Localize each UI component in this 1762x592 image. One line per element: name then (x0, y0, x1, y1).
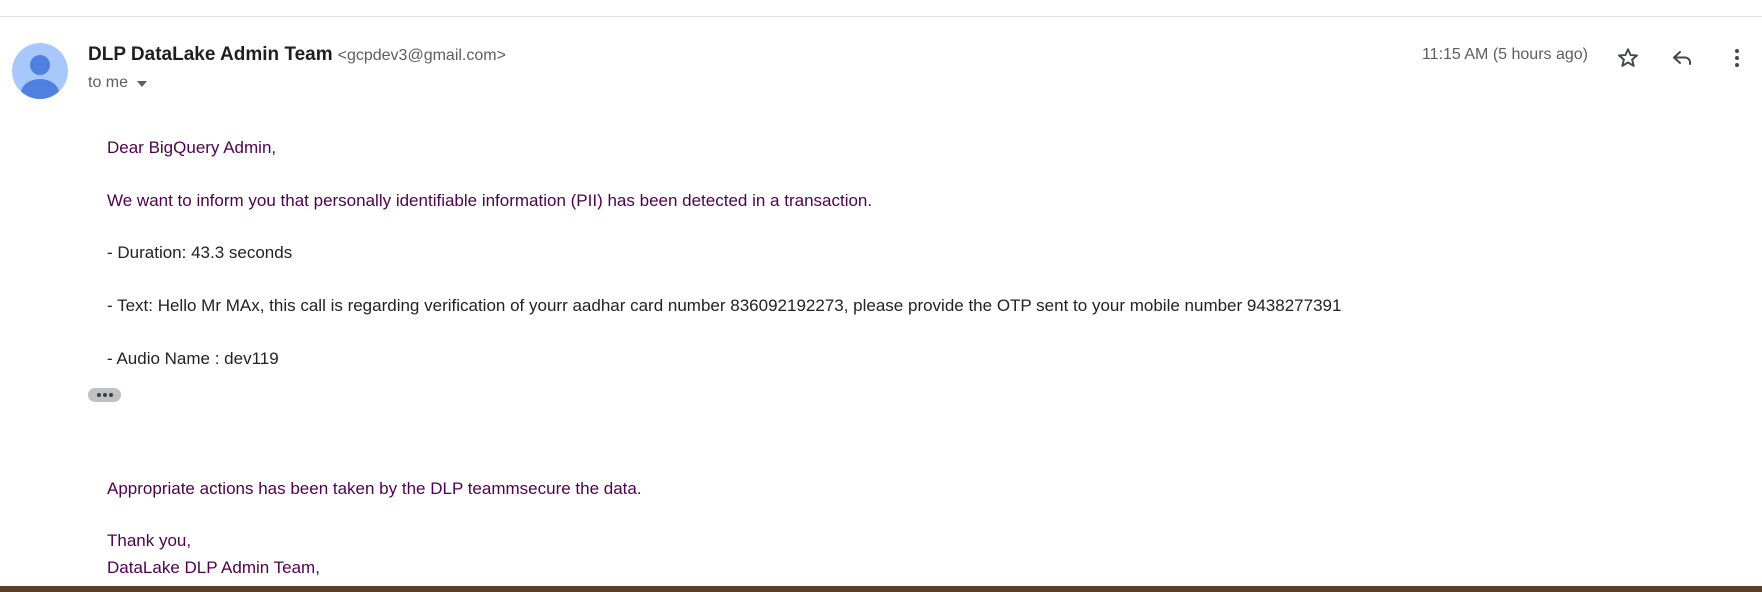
recipient-label: to me (88, 74, 129, 91)
show-trimmed-content-button[interactable] (88, 388, 121, 402)
person-avatar-icon (21, 55, 59, 99)
star-button[interactable] (1610, 40, 1646, 76)
reply-icon (1673, 51, 1691, 65)
signature-text: DataLake DLP Admin Team, (107, 558, 320, 577)
sender-avatar[interactable] (12, 43, 68, 99)
intro-text: We want to inform you that personally id… (107, 191, 873, 210)
sender-name[interactable]: DLP DataLake Admin Team (88, 44, 333, 65)
thanks-text: Thank you, (107, 531, 192, 550)
message-timestamp: 11:15 AM (5 hours ago) (1421, 46, 1588, 63)
recipient-details-toggle[interactable]: to me (88, 74, 148, 92)
sender-email: <gcpdev3@gmail.com> (337, 47, 506, 64)
actions-text: Appropriate actions has been taken by th… (107, 479, 642, 498)
audio-name-text: - Audio Name : dev119 (107, 349, 279, 368)
duration-text: - Duration: 43.3 seconds (107, 243, 293, 262)
caret-down-icon[interactable] (137, 81, 148, 87)
star-outline-icon (1618, 48, 1638, 67)
top-divider (0, 16, 1762, 17)
greeting-text: Dear BigQuery Admin, (107, 138, 277, 157)
email-message-view: DLP DataLake Admin Team <gcpdev3@gmail.co… (0, 0, 1762, 586)
sender-line: DLP DataLake Admin Team <gcpdev3@gmail.co… (88, 44, 506, 66)
more-options-button[interactable] (1719, 40, 1755, 76)
ellipsis-icon (96, 393, 113, 397)
transcript-text: - Text: Hello Mr MAx, this call is regar… (107, 296, 1342, 315)
more-vertical-icon (1735, 49, 1739, 67)
reply-button[interactable] (1664, 40, 1700, 76)
